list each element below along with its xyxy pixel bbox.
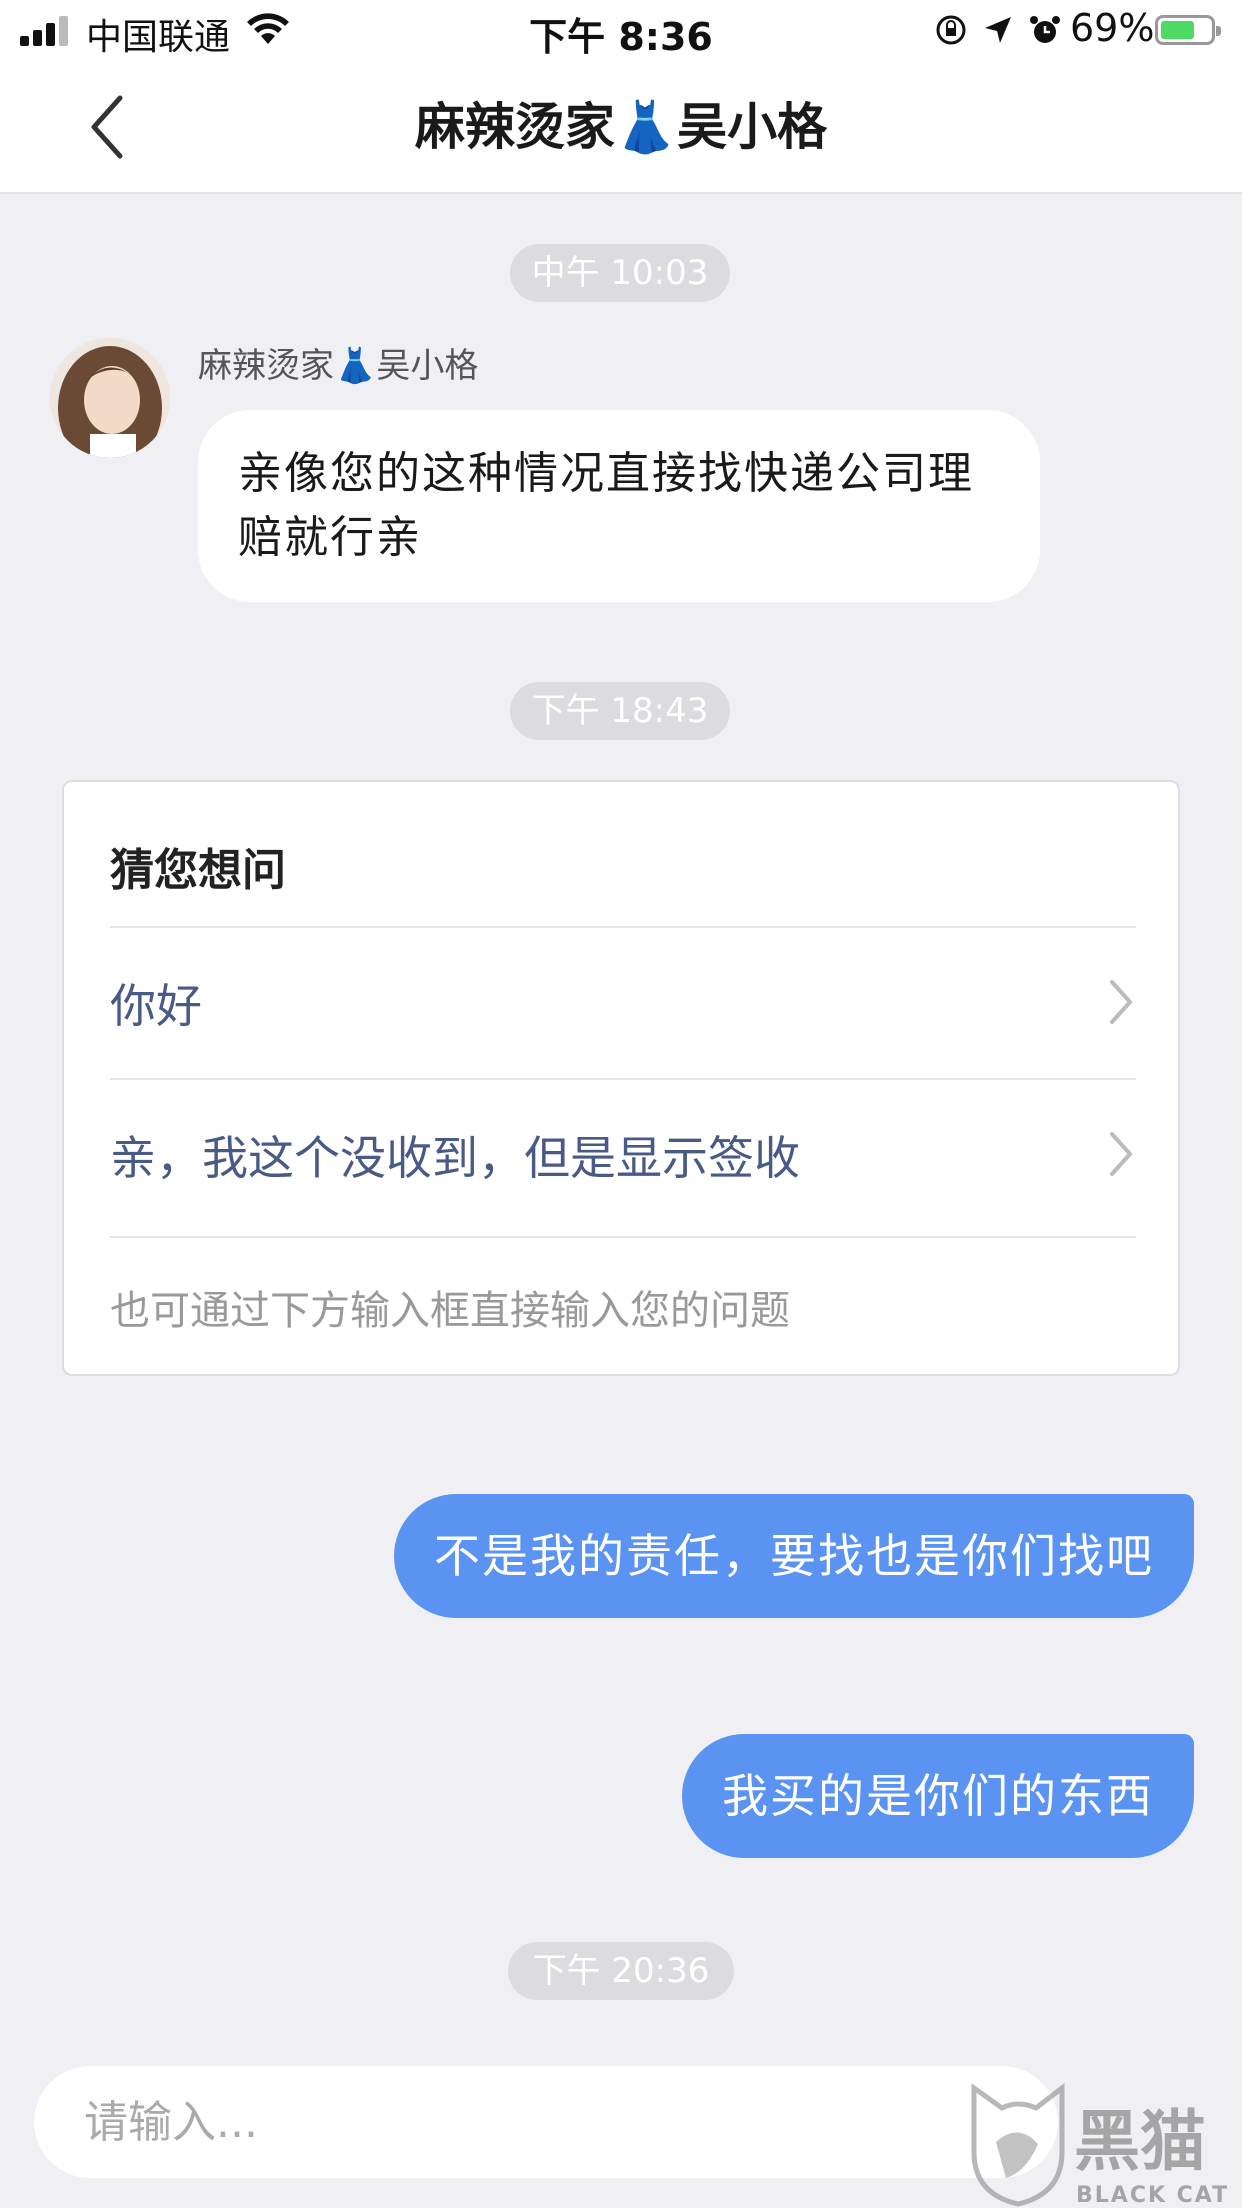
timestamp-pill: 中午 10:03 (510, 244, 730, 302)
battery-icon (1155, 15, 1221, 45)
message-input[interactable] (34, 2066, 1058, 2178)
page-title: 麻辣烫家👗吴小格 (414, 98, 828, 156)
faq-item[interactable]: 你好 (110, 926, 1136, 1078)
top-bar: 中国联通 下午 8:36 69% 麻辣烫家👗吴小格 (0, 0, 1242, 194)
faq-card-title: 猜您想问 (110, 845, 286, 896)
timestamp-pill: 下午 18:43 (510, 682, 730, 740)
outgoing-message-bubble[interactable]: 不是我的责任，要找也是你们找吧 (394, 1494, 1194, 1618)
avatar[interactable] (50, 338, 170, 458)
faq-item-label: 你好 (110, 979, 202, 1033)
chevron-right-icon (1110, 980, 1132, 1024)
location-icon (985, 17, 1011, 43)
alarm-icon (1030, 16, 1060, 43)
rotation-lock-icon (936, 15, 966, 45)
watermark-text-cn: 黑猫 (1074, 2103, 1206, 2180)
faq-item-label: 亲，我这个没收到，但是显示签收 (110, 1131, 800, 1185)
timestamp-pill: 下午 20:36 (508, 1942, 734, 2000)
faq-item[interactable]: 亲，我这个没收到，但是显示签收 (110, 1078, 1136, 1230)
faq-card: 猜您想问 你好 亲，我这个没收到，但是显示签收 也可通过下方输入框直接输入您的问… (62, 780, 1180, 1376)
faq-card-hint: 也可通过下方输入框直接输入您的问题 (110, 1236, 1136, 1336)
status-bar: 中国联通 下午 8:36 69% (0, 0, 1242, 60)
avatar-portrait-icon (50, 338, 170, 458)
incoming-message-bubble[interactable]: 亲像您的这种情况直接找快递公司理赔就行亲 (198, 410, 1040, 602)
battery-percent: 69% (1070, 6, 1155, 50)
sender-name: 麻辣烫家👗吴小格 (198, 346, 479, 386)
watermark-text-en: BLACK CAT (1076, 2183, 1229, 2208)
outgoing-message-bubble[interactable]: 我买的是你们的东西 (682, 1734, 1194, 1858)
chevron-right-icon (1110, 1132, 1132, 1176)
black-cat-watermark-logo: 黑猫 BLACK CAT (971, 2082, 1229, 2208)
